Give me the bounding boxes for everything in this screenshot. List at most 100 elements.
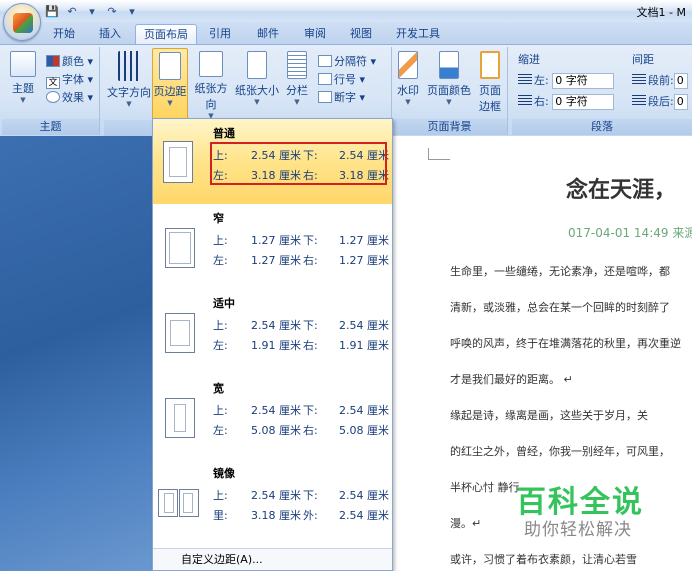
- margin-bottom-label: 下:: [303, 234, 318, 247]
- text-direction-button[interactable]: 文字方向 ▼: [106, 51, 152, 108]
- chevron-down-icon: ▼: [405, 98, 411, 106]
- indent-right-icon: [518, 95, 532, 107]
- indent-left-input[interactable]: 0 字符: [552, 73, 615, 89]
- hyphenation-icon: [318, 91, 332, 103]
- margin-option-narrow[interactable]: 窄 上: 1.27 厘米 下: 1.27 厘米 左: 1.27 厘米 右: 1.27 厘米: [153, 204, 392, 289]
- margin-left-value: 1.27 厘米: [251, 254, 301, 267]
- orientation-button[interactable]: 纸张方向 ▼: [190, 51, 232, 120]
- margin-left-label: 左:: [213, 254, 228, 267]
- indent-left-label: 左:: [534, 74, 549, 87]
- office-logo-icon: [13, 13, 33, 33]
- effects-icon: [46, 91, 60, 103]
- fonts-icon: 文: [46, 77, 60, 89]
- page-borders-button[interactable]: 页面 边框: [476, 51, 504, 114]
- indent-left-row: 左: 0 字符: [518, 72, 615, 89]
- tab-page-layout[interactable]: 页面布局: [135, 24, 197, 44]
- paragraph-line: 的红尘之外，曾经，你我一别经年，可风里，: [450, 445, 670, 458]
- margin-outside-value: 2.54 厘米: [339, 509, 389, 522]
- margin-top-value: 2.54 厘米: [251, 489, 301, 502]
- dropdown-icon[interactable]: ▾: [84, 4, 100, 19]
- indent-right-input[interactable]: 0 字符: [552, 94, 615, 110]
- page-borders-label-2: 边框: [479, 100, 501, 113]
- indent-right-row: 右: 0 字符: [518, 93, 615, 110]
- page-borders-icon: [480, 51, 500, 79]
- fonts-button[interactable]: 文字体 ▾: [46, 71, 93, 89]
- margin-bottom-value: 1.27 厘米: [339, 234, 389, 247]
- paragraph-line: 才是我们最好的距离。 ↵: [450, 373, 573, 386]
- margin-option-name: 镜像: [213, 467, 235, 480]
- size-button[interactable]: 纸张大小 ▼: [234, 51, 280, 106]
- breaks-icon: [318, 55, 332, 67]
- chevron-down-icon: ▼: [294, 98, 300, 106]
- margin-top-label: 上:: [213, 319, 228, 332]
- margin-preview-inner: [170, 320, 190, 346]
- tab-home[interactable]: 开始: [44, 24, 84, 44]
- watermark-label: 水印: [397, 84, 419, 97]
- margin-bottom-value: 2.54 厘米: [339, 319, 389, 332]
- document-heading: 念在天涯，: [566, 178, 677, 203]
- redo-icon[interactable]: ↷: [104, 4, 120, 19]
- columns-button[interactable]: 分栏 ▼: [282, 51, 312, 106]
- margin-right-label: 右:: [303, 424, 318, 437]
- quick-access-toolbar: 💾 ↶ ▾ ↷ ▾: [44, 3, 140, 19]
- tab-insert[interactable]: 插入: [92, 24, 128, 44]
- paragraph-line: 漫。↵: [450, 517, 482, 530]
- margin-outside-label: 外:: [303, 509, 318, 522]
- spacing-after-label: 段后:: [648, 95, 674, 108]
- margin-preview-icon: [165, 313, 195, 353]
- line-numbers-button[interactable]: 行号 ▾: [318, 71, 365, 87]
- spacing-before-label: 段前:: [648, 74, 674, 87]
- tab-mailings[interactable]: 邮件: [250, 24, 286, 44]
- page-color-button[interactable]: 页面颜色 ▼: [426, 51, 472, 106]
- chevron-down-icon: ▼: [167, 99, 173, 107]
- customize-qat-icon[interactable]: ▾: [124, 4, 140, 19]
- margin-preview-icon: [163, 141, 193, 183]
- paragraph-line: 呼唤的风声，终于在堆满落花的秋里，再次重逆: [450, 337, 681, 350]
- tab-developer[interactable]: 开发工具: [390, 24, 446, 44]
- margin-bottom-label: 下:: [303, 319, 318, 332]
- margin-option-name: 适中: [213, 297, 235, 310]
- effects-button[interactable]: 效果 ▾: [46, 89, 93, 105]
- paragraph-line: 生命里，一些缱绻，无论素净，还是喧哗，都: [450, 265, 670, 278]
- spacing-after-input[interactable]: 0: [673, 94, 688, 110]
- colors-button[interactable]: 颜色 ▾: [46, 53, 93, 69]
- margin-option-wide[interactable]: 宽 上: 2.54 厘米 下: 2.54 厘米 左: 5.08 厘米 右: 5.08 厘米: [153, 374, 392, 459]
- chevron-down-icon: ▼: [20, 96, 26, 104]
- margin-option-name: 窄: [213, 212, 224, 225]
- margin-preview-icon-left: [158, 489, 178, 517]
- margin-right-value: 1.91 厘米: [339, 339, 389, 352]
- tab-review[interactable]: 审阅: [297, 24, 333, 44]
- breaks-button[interactable]: 分隔符 ▾: [318, 53, 376, 69]
- margin-option-mirrored[interactable]: 镜像 上: 2.54 厘米 下: 2.54 厘米 里: 3.18 厘米 外: 2.54 厘米: [153, 459, 392, 544]
- tab-references[interactable]: 引用: [202, 24, 238, 44]
- paragraph-group: 缩进 左: 0 字符 右: 0 字符 间距 段前: 0 段后: 0 段落: [512, 47, 692, 135]
- margin-option-normal[interactable]: 普通 上: 2.54 厘米 下: 2.54 厘米 左: 3.18 厘米 右: 3.18 厘米: [153, 119, 392, 204]
- spacing-before-input[interactable]: 0: [673, 73, 688, 89]
- margins-button[interactable]: 页边距 ▼: [152, 48, 188, 122]
- colors-icon: [46, 55, 60, 67]
- line-numbers-label: 行号: [334, 73, 356, 86]
- custom-margins-menu-item[interactable]: 自定义边距(A)...: [153, 548, 392, 570]
- hyphenation-button[interactable]: 断字 ▾: [318, 89, 365, 105]
- margin-corner-mark: [428, 148, 450, 160]
- office-button[interactable]: [3, 3, 41, 41]
- page-background-group-label: 页面背景: [392, 119, 507, 135]
- margin-preview-inner: [169, 147, 187, 177]
- margin-preview-inner: [174, 404, 186, 432]
- themes-label: 主题: [12, 82, 34, 95]
- watermark-button[interactable]: 水印 ▼: [394, 51, 422, 106]
- margin-bottom-value: 2.54 厘米: [339, 489, 389, 502]
- paragraph-line: 缘起是诗，缘离是画，这些关于岁月，关: [450, 409, 648, 422]
- margin-option-moderate[interactable]: 适中 上: 2.54 厘米 下: 2.54 厘米 左: 1.91 厘米 右: 1.91 厘米: [153, 289, 392, 374]
- indent-right-label: 右:: [534, 95, 549, 108]
- margins-label: 页边距: [153, 85, 187, 98]
- page-color-icon: [439, 51, 459, 79]
- spacing-after-icon: [632, 95, 646, 107]
- margin-preview-inner: [169, 232, 191, 264]
- margins-gallery: 普通 上: 2.54 厘米 下: 2.54 厘米 左: 3.18 厘米 右: 3.18 厘米…: [152, 118, 393, 571]
- tab-view[interactable]: 视图: [343, 24, 379, 44]
- save-icon[interactable]: 💾: [44, 4, 60, 19]
- themes-button[interactable]: 主题 ▼: [8, 51, 38, 104]
- chevron-down-icon: ▼: [446, 98, 452, 106]
- undo-icon[interactable]: ↶: [64, 4, 80, 19]
